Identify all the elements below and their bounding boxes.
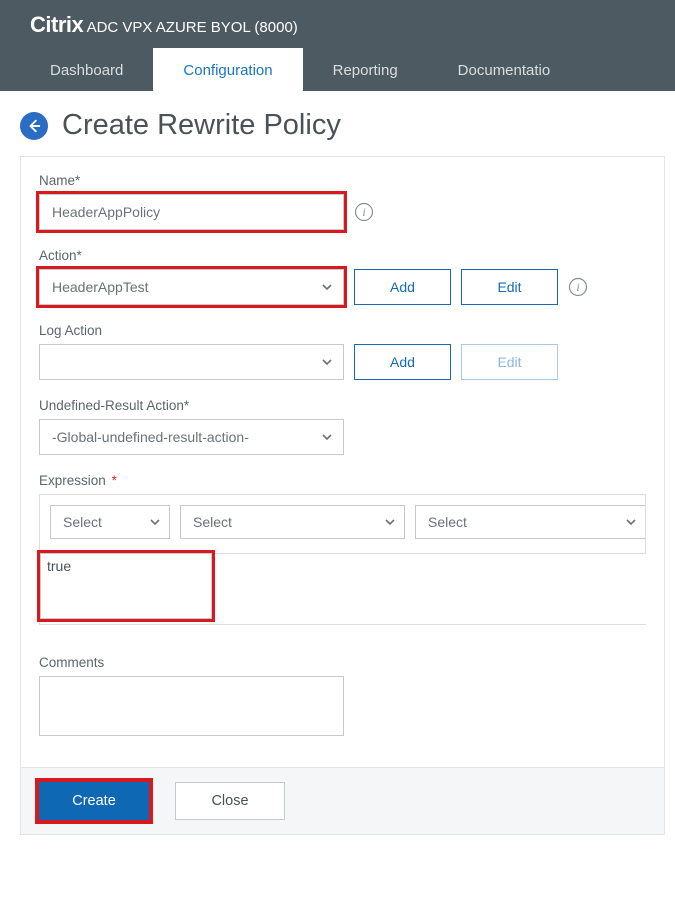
exp-select-2[interactable]: Select [180,505,405,539]
name-row: i [39,194,646,230]
create-button[interactable]: Create [39,782,149,820]
header-bar: Citrix ADC VPX AZURE BYOL (8000) [0,0,675,48]
expression-selects-row: Select Select Select [39,494,646,554]
expression-textarea[interactable] [40,553,212,619]
action-row: HeaderAppTest Add Edit i [39,269,646,305]
undefined-result-select[interactable]: -Global-undefined-result-action- [39,419,344,455]
action-label: Action* [39,248,646,263]
chevron-down-icon [384,516,396,528]
action-select[interactable]: HeaderAppTest [39,269,344,305]
brand-rest: ADC VPX AZURE BYOL (8000) [83,19,298,36]
action-edit-button[interactable]: Edit [461,269,558,305]
tab-dashboard[interactable]: Dashboard [20,48,153,91]
log-action-label: Log Action [39,323,646,338]
tab-documentation[interactable]: Documentatio [428,48,581,91]
action-group: Action* HeaderAppTest Add Edit i [39,248,646,305]
log-action-select[interactable] [39,344,344,380]
log-action-group: Log Action Add Edit [39,323,646,380]
brand-bold: Citrix [30,12,83,37]
expression-border-wrap [39,554,646,625]
chevron-down-icon [321,281,333,293]
svg-text:i: i [362,205,365,219]
svg-text:i: i [576,280,579,294]
expression-label: Expression * [39,473,646,488]
comments-label: Comments [39,655,646,670]
button-footer: Create Close [21,767,664,834]
undefined-result-label: Undefined-Result Action* [39,398,646,413]
name-label: Name* [39,173,646,188]
log-action-edit-button: Edit [461,344,558,380]
name-info-icon[interactable]: i [354,202,374,222]
back-arrow-icon [27,119,41,133]
form-container: Name* i Action* HeaderAppTest Add Edit i… [20,156,665,835]
chevron-down-icon [149,516,161,528]
comments-textarea[interactable] [39,676,344,736]
close-button[interactable]: Close [175,782,285,820]
exp-select-1[interactable]: Select [50,505,170,539]
tab-configuration[interactable]: Configuration [153,48,302,91]
name-input[interactable] [39,194,344,230]
page-header: Create Rewrite Policy [0,91,675,156]
page-title: Create Rewrite Policy [62,109,341,142]
expression-group: Expression * Select Select Select [39,473,646,625]
action-add-button[interactable]: Add [354,269,451,305]
tab-reporting[interactable]: Reporting [303,48,428,91]
comments-group: Comments [39,655,646,741]
undefined-result-select-value: -Global-undefined-result-action- [52,429,249,445]
undefined-result-row: -Global-undefined-result-action- [39,419,646,455]
chevron-down-icon [321,356,333,368]
chevron-down-icon [625,516,637,528]
tab-bar: Dashboard Configuration Reporting Docume… [0,48,675,91]
action-select-value: HeaderAppTest [52,279,149,295]
log-action-add-button[interactable]: Add [354,344,451,380]
brand-title: Citrix ADC VPX AZURE BYOL (8000) [30,12,655,38]
name-group: Name* i [39,173,646,230]
action-info-icon[interactable]: i [568,277,588,297]
undefined-result-group: Undefined-Result Action* -Global-undefin… [39,398,646,455]
back-button[interactable] [20,112,48,140]
exp-select-3[interactable]: Select [415,505,645,539]
log-action-row: Add Edit [39,344,646,380]
chevron-down-icon [321,431,333,443]
